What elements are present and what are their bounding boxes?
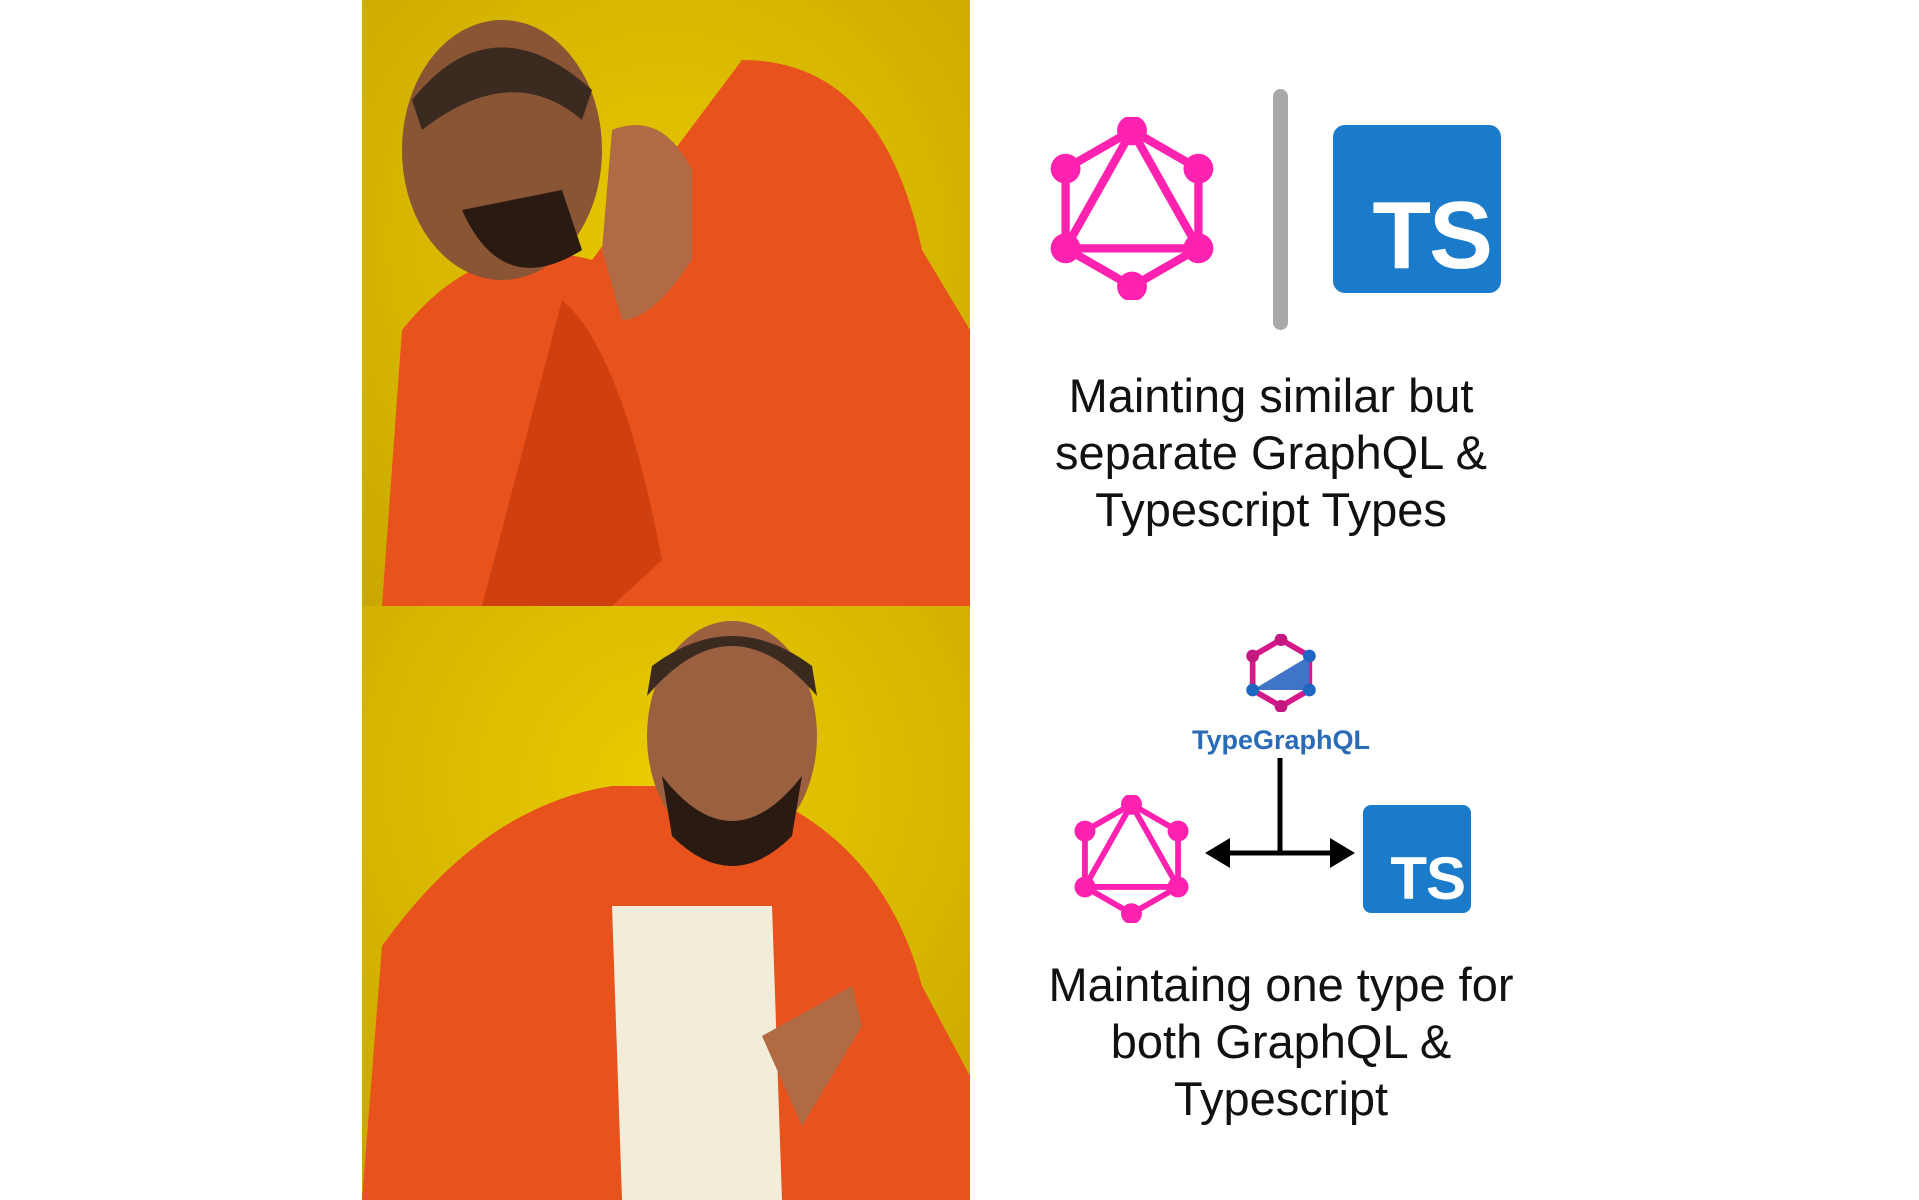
typescript-logo: TS xyxy=(1333,125,1501,293)
drake-approving-photo xyxy=(362,606,970,1200)
top-caption: Mainting similar but separate GraphQL & … xyxy=(1055,369,1487,536)
typescript-logo: TS xyxy=(1363,805,1471,913)
graphql-logo-icon xyxy=(1050,117,1214,300)
divider xyxy=(1273,89,1288,330)
graphql-logo-icon xyxy=(1074,795,1189,923)
typegraphql-logo-icon xyxy=(1246,634,1316,712)
typegraphql-label: TypeGraphQL xyxy=(1191,725,1371,755)
drake-disapproving-photo xyxy=(362,0,970,606)
bottom-caption: Maintaing one type for both GraphQL & Ty… xyxy=(1048,958,1514,1125)
ts-label: TS xyxy=(1390,845,1466,912)
bidirectional-arrow-icon xyxy=(1205,758,1355,868)
ts-label: TS xyxy=(1372,182,1493,289)
